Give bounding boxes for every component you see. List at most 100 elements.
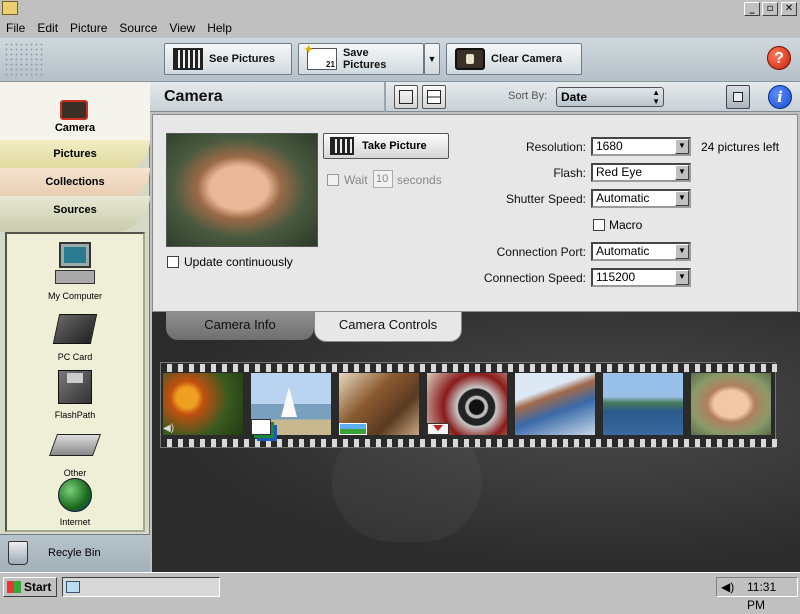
taskbar: Start ◀) 11:31 PM [0,572,800,612]
single-view-icon [399,90,413,104]
sort-select[interactable]: Date ▲ ▼ [556,87,664,107]
recycle-bin[interactable]: Recyle Bin [0,534,150,572]
wait-checkbox[interactable] [327,174,339,186]
taskbar-app-button[interactable] [62,577,220,597]
sailboat-shape [281,387,297,417]
chevron-down-icon: ▼ [675,165,689,180]
menu-help[interactable]: Help [207,21,232,35]
device-flashpath[interactable]: FlashPath [7,366,143,420]
macro-checkbox[interactable] [593,219,605,231]
see-pictures-button[interactable]: See Pictures [164,43,292,75]
connection-port-label: Connection Port: [496,245,586,259]
windows-logo-icon [7,581,21,593]
pc-card-icon [52,314,98,344]
system-tray: ◀) 11:31 PM [716,577,798,612]
menu-source[interactable]: Source [119,21,157,35]
close-button[interactable]: ✕ [781,2,797,16]
display-toggle-button[interactable] [726,85,750,109]
wait-seconds-input[interactable]: 10 [373,170,393,188]
device-label: PC Card [57,352,93,362]
clear-camera-button[interactable]: Clear Camera [446,43,582,75]
volume-icon[interactable]: ◀) [721,578,734,596]
minimize-button[interactable]: _ [744,2,760,16]
device-label: Other [63,468,87,478]
device-label: Internet [59,517,91,527]
connection-speed-label: Connection Speed: [483,271,586,285]
help-button[interactable]: ? [767,46,791,70]
panorama-icon [339,423,367,435]
thumbnail[interactable]: ◀) [163,373,243,435]
device-internet[interactable]: Internet [7,478,143,527]
film-perforations-top [161,364,777,372]
macro-label: Macro [609,218,643,232]
chevron-down-icon: ▼ [675,244,689,259]
device-other[interactable]: Other [7,428,143,478]
thumbnail[interactable] [691,373,771,435]
toolbar: See Pictures 21 ✦ Save Pictures ▼ Clear … [0,38,800,82]
film-icon [330,137,354,155]
chevron-down-icon: ▼ [675,270,689,285]
split-view-icon [427,90,441,104]
device-pc-card[interactable]: PC Card [7,308,143,362]
recycle-bin-icon [8,541,28,565]
drive-icon [48,434,102,456]
floppy-icon [58,370,92,404]
speaker-icon: ◀) [163,423,175,434]
update-continuously-label: Update continuously [184,255,293,269]
flash-select[interactable]: Red Eye ▼ [591,163,691,182]
connection-speed-value: 115200 [596,270,636,284]
menu-bar: File Edit Picture Source View Help [0,18,800,38]
folder-icon [2,1,18,15]
flash-value: Red Eye [596,165,643,179]
menu-view[interactable]: View [169,21,195,35]
nav-camera[interactable]: Camera [0,82,150,140]
see-pictures-label: See Pictures [209,53,276,65]
page-title: Camera [164,88,223,105]
connection-port-select[interactable]: Automatic ▼ [591,242,691,261]
resolution-select[interactable]: 1680 ▼ [591,137,691,156]
chevron-down-icon: ▼ [427,54,437,64]
computer-icon [55,242,95,288]
nav-sources[interactable]: Sources [0,196,150,232]
calendar-date: 21 [326,60,335,69]
update-continuously-checkbox[interactable] [167,256,179,268]
menu-picture[interactable]: Picture [70,21,107,35]
display-icon [733,92,743,102]
thumbnail[interactable] [427,373,507,435]
camera-icon [455,48,485,70]
film-perforations-bottom [161,439,777,447]
tab-camera-info[interactable]: Camera Info [166,312,314,340]
thumbnail[interactable] [339,373,419,435]
divider [384,82,386,112]
thumbnail[interactable] [603,373,683,435]
clock: 11:31 PM [747,580,777,612]
shutter-speed-select[interactable]: Automatic ▼ [591,189,691,208]
maximize-button[interactable]: ▫ [762,2,778,16]
device-my-computer[interactable]: My Computer [7,242,143,301]
single-view-button[interactable] [394,85,418,109]
film-icon [173,48,203,70]
save-pictures-button[interactable]: 21 ✦ Save Pictures [298,43,424,75]
stack-icon [251,419,271,435]
device-label: FlashPath [54,410,96,420]
menu-file[interactable]: File [6,21,25,35]
tab-camera-controls[interactable]: Camera Controls [314,312,462,342]
title-bar: _ ▫ ✕ [0,0,800,18]
chevron-down-icon: ▼ [675,139,689,154]
split-view-button[interactable] [422,85,446,109]
connection-speed-select[interactable]: 115200 ▼ [591,268,691,287]
sort-label: Sort By: [508,90,548,102]
calendar-icon: 21 ✦ [304,44,337,70]
resolution-label: Resolution: [525,140,586,154]
thumbnail[interactable] [251,373,331,435]
start-label: Start [24,580,52,594]
shutter-speed-label: Shutter Speed: [505,192,586,206]
info-button[interactable]: i [768,85,792,109]
save-pictures-dropdown[interactable]: ▼ [424,43,440,75]
devices-panel: My Computer PC Card FlashPath Other Inte… [5,232,145,532]
menu-edit[interactable]: Edit [37,21,58,35]
camera-icon [60,100,88,120]
start-button[interactable]: Start [3,577,57,597]
thumbnail[interactable] [515,373,595,435]
shutter-speed-value: Automatic [596,191,650,205]
